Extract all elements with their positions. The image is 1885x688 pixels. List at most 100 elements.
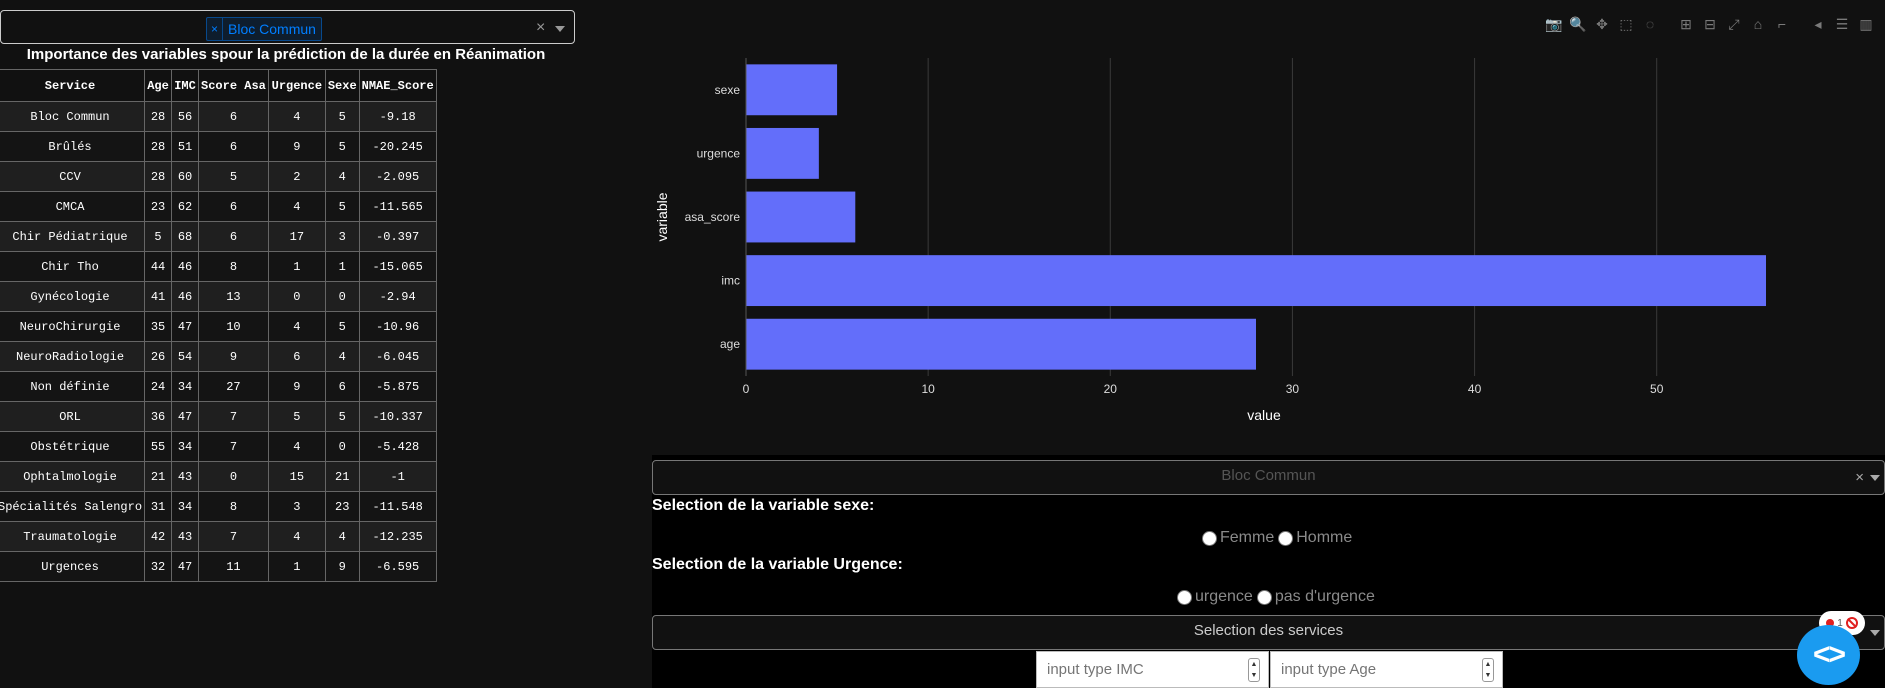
table-cell: -20.245 bbox=[358, 131, 437, 162]
table-cell: 9 bbox=[267, 371, 326, 402]
chevron-down-icon[interactable] bbox=[555, 26, 565, 32]
clear-icon[interactable]: × bbox=[536, 19, 545, 37]
table-row: Bloc Commun 28 56 6 4 5 -9.18 bbox=[0, 101, 437, 132]
dev-tools-button[interactable]: <> bbox=[1797, 625, 1860, 685]
bar-imc[interactable] bbox=[746, 255, 1766, 307]
table-cell: ORL bbox=[0, 401, 146, 432]
table-cell: Chir Tho bbox=[0, 251, 146, 282]
service-dropdown-placeholder: Bloc Commun bbox=[1221, 467, 1316, 484]
chart-area: 📷 🔍 ✥ ⬚ ◌ ⊞ ⊟ ⤢ ⌂ ⌐ ◂ ☰ ▥ 0 10 20 30 40 50 age imc asa_score… bbox=[652, 0, 1885, 455]
remove-tag-icon[interactable]: × bbox=[207, 18, 224, 40]
chevron-down-icon[interactable] bbox=[1870, 475, 1880, 481]
bar-chart[interactable]: 0 10 20 30 40 50 age imc asa_score urgence sexe val… bbox=[652, 0, 1885, 455]
column-header: Sexe bbox=[324, 69, 360, 102]
services-selector[interactable]: Selection des services bbox=[652, 615, 1885, 650]
table-cell: 26 bbox=[144, 341, 173, 372]
table-row: Traumatologie 42 43 7 4 4 -12.235 bbox=[0, 521, 437, 552]
table-cell: -2.095 bbox=[358, 161, 437, 192]
table-cell: 4 bbox=[267, 101, 326, 132]
table-cell: 3 bbox=[324, 221, 360, 252]
table-cell: 46 bbox=[171, 281, 200, 312]
table-cell: 17 bbox=[267, 221, 326, 252]
table-cell: Spécialités Salengro bbox=[0, 491, 146, 522]
table-cell: -1 bbox=[358, 461, 437, 492]
table-cell: 23 bbox=[144, 191, 173, 222]
left-panel: × Bloc Commun × Importance des variables… bbox=[0, 0, 652, 688]
table-row: Obstétrique 55 34 7 4 0 -5.428 bbox=[0, 431, 437, 462]
table-cell: 6 bbox=[198, 221, 269, 252]
table-cell: 51 bbox=[171, 131, 200, 162]
bar-age[interactable] bbox=[746, 318, 1256, 370]
table-cell: Chir Pédiatrique bbox=[0, 221, 146, 252]
urgence-label: Selection de la variable Urgence: bbox=[652, 556, 903, 573]
table-cell: 11 bbox=[198, 551, 269, 582]
table-cell: -0.397 bbox=[358, 221, 437, 252]
table-cell: 47 bbox=[171, 311, 200, 342]
table-row: CMCA 23 62 6 4 5 -11.565 bbox=[0, 191, 437, 222]
table-row: CCV 28 60 5 2 4 -2.095 bbox=[0, 161, 437, 192]
table-row: Spécialités Salengro 31 34 8 3 23 -11.548 bbox=[0, 491, 437, 522]
table-cell: 24 bbox=[144, 371, 173, 402]
table-cell: 27 bbox=[198, 371, 269, 402]
table-cell: 44 bbox=[144, 251, 173, 282]
imc-stepper[interactable]: ▲ ▼ bbox=[1248, 658, 1260, 682]
table-cell: -10.337 bbox=[358, 401, 437, 432]
bar-asa_score[interactable] bbox=[746, 191, 856, 243]
table-cell: 35 bbox=[144, 311, 173, 342]
age-input-wrap: ▲▼ bbox=[1270, 651, 1503, 688]
importance-table: Service Age IMC Score Asa Urgence Sexe NMAE_Sc… bbox=[0, 69, 437, 582]
table-cell: 23 bbox=[324, 491, 360, 522]
radio-pas-urgence-label: pas d'urgence bbox=[1274, 588, 1375, 605]
table-cell: 47 bbox=[171, 401, 200, 432]
code-brackets-icon: <> bbox=[1812, 638, 1846, 671]
table-cell: Bloc Commun bbox=[0, 101, 146, 132]
clear-icon[interactable]: × bbox=[1855, 469, 1864, 486]
table-cell: 7 bbox=[198, 431, 269, 462]
table-cell: 9 bbox=[324, 551, 360, 582]
table-cell: 9 bbox=[267, 131, 326, 162]
x-axis-title: value bbox=[1247, 407, 1281, 423]
table-cell: 60 bbox=[171, 161, 200, 192]
table-cell: NeuroRadiologie bbox=[0, 341, 146, 372]
table-cell: 54 bbox=[171, 341, 200, 372]
table-cell: 4 bbox=[267, 311, 326, 342]
table-cell: 8 bbox=[198, 491, 269, 522]
table-cell: CCV bbox=[0, 161, 146, 192]
radio-pas-urgence[interactable] bbox=[1256, 589, 1272, 605]
table-cell: CMCA bbox=[0, 191, 146, 222]
y-axis-title: variable bbox=[654, 192, 670, 241]
y-tick-label: urgence bbox=[697, 146, 741, 160]
table-cell: 7 bbox=[198, 401, 269, 432]
x-tick-label: 30 bbox=[1286, 382, 1300, 396]
selected-service-tag: × Bloc Commun bbox=[206, 17, 322, 41]
bar-urgence[interactable] bbox=[746, 127, 819, 179]
table-cell: 6 bbox=[198, 131, 269, 162]
bar-sexe[interactable] bbox=[746, 64, 838, 116]
services-placeholder: Selection des services bbox=[1193, 622, 1344, 639]
service-filter-dropdown[interactable]: × Bloc Commun × bbox=[0, 10, 575, 44]
table-cell: 5 bbox=[324, 101, 360, 132]
table-cell: 36 bbox=[144, 401, 173, 432]
table-cell: 4 bbox=[324, 521, 360, 552]
table-cell: -2.94 bbox=[358, 281, 437, 312]
table-row: Urgences 32 47 11 1 9 -6.595 bbox=[0, 551, 437, 582]
table-cell: -12.235 bbox=[358, 521, 437, 552]
age-stepper[interactable]: ▲ ▼ bbox=[1482, 658, 1494, 682]
table-cell: -6.045 bbox=[358, 341, 437, 372]
table-cell: 5 bbox=[324, 191, 360, 222]
table-row: NeuroChirurgie 35 47 10 4 5 -10.96 bbox=[0, 311, 437, 342]
age-input[interactable] bbox=[1279, 652, 1473, 686]
y-tick-label: imc bbox=[721, 274, 740, 288]
imc-input[interactable] bbox=[1045, 652, 1239, 686]
table-cell: -11.565 bbox=[358, 191, 437, 222]
radio-urgence[interactable] bbox=[1177, 589, 1192, 605]
table-row: Chir Pédiatrique 5 68 6 17 3 -0.397 bbox=[0, 221, 437, 252]
column-header: IMC bbox=[171, 69, 200, 102]
table-cell: 6 bbox=[198, 101, 269, 132]
radio-femme[interactable] bbox=[1202, 530, 1217, 546]
table-row: Non définie 24 34 27 9 6 -5.875 bbox=[0, 371, 437, 402]
radio-homme[interactable] bbox=[1278, 530, 1294, 546]
chevron-down-icon[interactable] bbox=[1870, 630, 1880, 636]
service-dropdown[interactable]: Bloc Commun × bbox=[652, 460, 1885, 495]
table-cell: -5.428 bbox=[358, 431, 437, 462]
